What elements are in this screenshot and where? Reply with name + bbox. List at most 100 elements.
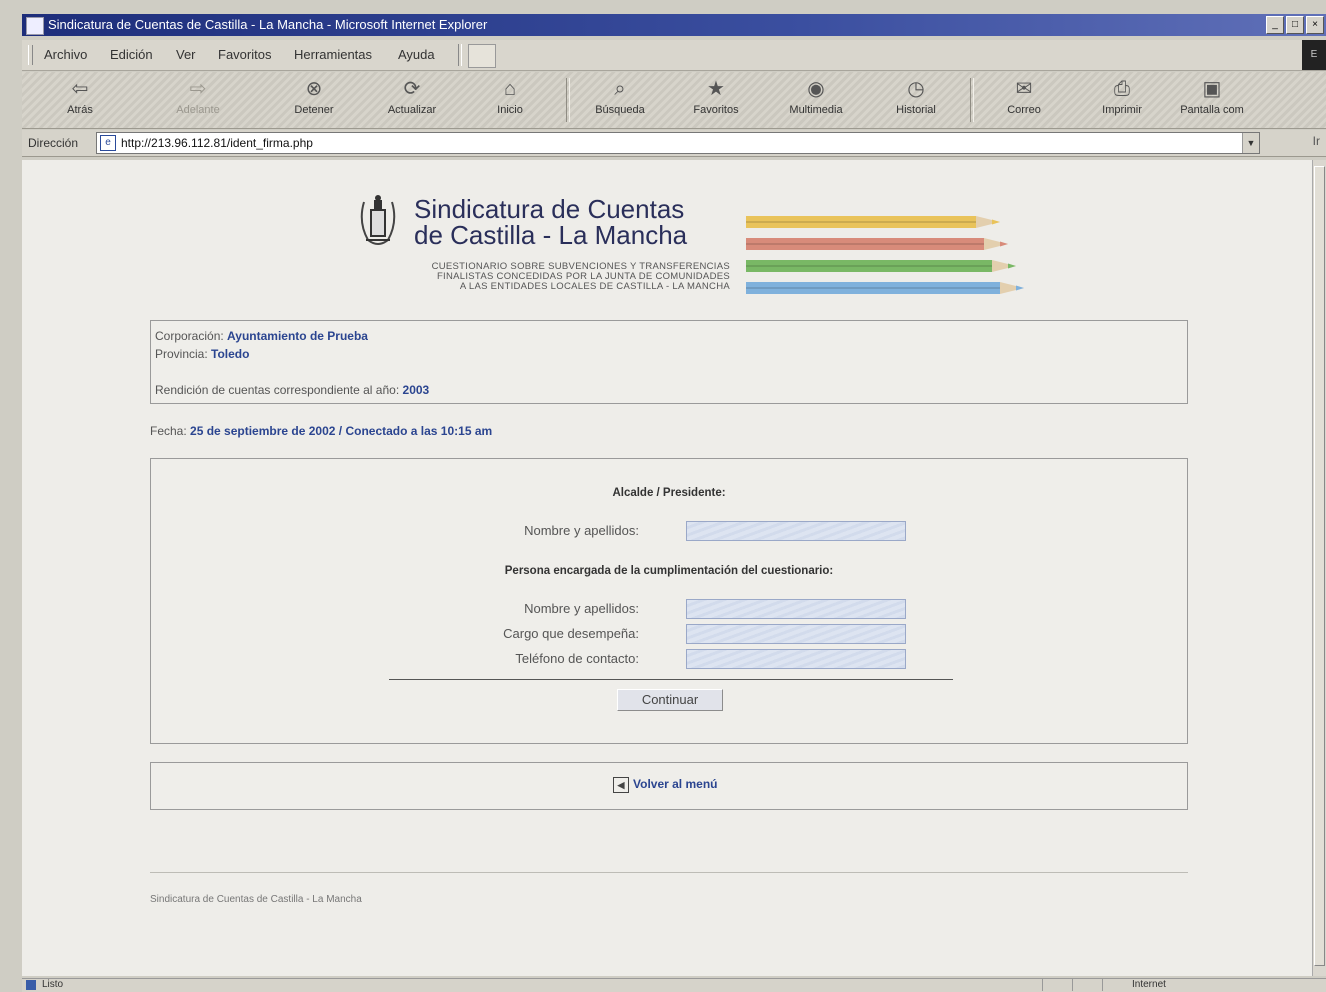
cargo-label: Cargo que desempeña: — [503, 626, 639, 641]
provincia-value: Toledo — [211, 347, 250, 361]
fecha-label: Fecha: — [150, 424, 187, 438]
go-button[interactable]: Ir — [1313, 134, 1320, 148]
favorites-label: Favoritos — [693, 104, 739, 116]
print-label: Imprimir — [1102, 104, 1142, 116]
back-button[interactable]: ⇦ Atrás — [40, 76, 120, 124]
stop-icon: ⊗ — [305, 78, 323, 100]
status-text: Listo — [42, 979, 64, 990]
mail-button[interactable]: ✉ Correo — [984, 76, 1064, 124]
rendicion-label: Rendición de cuentas correspondiente al … — [155, 383, 400, 397]
address-dropdown-button[interactable]: ▼ — [1242, 133, 1259, 153]
corporacion-label: Corporación: — [155, 329, 224, 343]
address-url[interactable]: http://213.96.112.81/ident_firma.php — [121, 136, 313, 150]
alcalde-nombre-label: Nombre y apellidos: — [524, 523, 639, 538]
address-label: Dirección — [28, 136, 79, 150]
minimize-button[interactable]: _ — [1266, 16, 1284, 34]
window-title: Sindicatura de Cuentas de Castilla - La … — [48, 17, 488, 32]
footer-text: Sindicatura de Cuentas de Castilla - La … — [150, 894, 362, 905]
address-bar: Dirección e http://213.96.112.81/ident_f… — [22, 130, 1326, 157]
colored-pencils-image — [746, 216, 1024, 294]
links-icon[interactable] — [468, 44, 496, 68]
back-to-menu-link[interactable]: ◀ Volver al menú — [613, 777, 717, 793]
footer-divider — [150, 872, 1188, 873]
refresh-label: Actualizar — [387, 104, 437, 116]
window-title-bar[interactable]: Sindicatura de Cuentas de Castilla - La … — [22, 14, 1326, 36]
multimedia-button[interactable]: ◉ Multimedia — [776, 76, 856, 124]
provincia-label: Provincia: — [155, 347, 208, 361]
favorites-icon: ★ — [707, 78, 725, 100]
windows-logo-icon: E — [1302, 40, 1326, 70]
search-button[interactable]: ⌕ Búsqueda — [580, 76, 660, 124]
continuar-button[interactable]: Continuar — [617, 689, 723, 711]
favorites-button[interactable]: ★ Favoritos — [676, 76, 756, 124]
maximize-button[interactable]: □ — [1286, 16, 1304, 34]
fullscreen-icon: ▣ — [1202, 78, 1222, 100]
stop-label: Detener — [294, 104, 334, 116]
refresh-icon: ⟳ — [403, 78, 421, 100]
menu-archivo[interactable]: Archivo — [44, 47, 87, 62]
rendicion-value: 2003 — [402, 383, 430, 397]
address-input[interactable]: e http://213.96.112.81/ident_firma.php ▼ — [96, 132, 1260, 154]
pencil-lead — [1000, 241, 1008, 247]
crest-logo-icon — [360, 195, 396, 245]
identification-form: Alcalde / Presidente: Nombre y apellidos… — [150, 458, 1188, 744]
window-controls: _ □ × — [1266, 16, 1324, 34]
form-divider — [389, 679, 953, 680]
corporacion-row: Corporación: Ayuntamiento de Prueba — [155, 329, 368, 343]
fecha-line: Fecha: 25 de septiembre de 2002 / Conect… — [150, 424, 492, 438]
ie-app-icon — [26, 17, 44, 35]
home-label: Inicio — [497, 104, 523, 116]
corporacion-value: Ayuntamiento de Prueba — [227, 329, 368, 343]
cargo-input[interactable] — [686, 624, 906, 644]
search-label: Búsqueda — [595, 104, 645, 116]
toolbar-separator — [566, 78, 570, 122]
refresh-button[interactable]: ⟳ Actualizar — [372, 76, 452, 124]
telefono-input[interactable] — [686, 649, 906, 669]
menu-ver[interactable]: Ver — [176, 47, 196, 62]
back-label: Atrás — [67, 104, 93, 116]
pencil-lead — [1008, 263, 1016, 269]
page-icon: e — [100, 135, 116, 151]
home-button[interactable]: ⌂ Inicio — [470, 76, 550, 124]
pencil-lead — [1016, 285, 1024, 291]
status-pane — [1042, 979, 1071, 991]
print-button[interactable]: ⎙ Imprimir — [1082, 76, 1162, 124]
menu-herramientas[interactable]: Herramientas — [294, 47, 372, 62]
scrollbar-thumb[interactable] — [1314, 166, 1325, 966]
pencil-stripe — [746, 243, 984, 245]
page-viewport: Sindicatura de Cuentas de Castilla - La … — [22, 160, 1312, 976]
standard-toolbar: ⇦ Atrás ⇨ Adelante ⊗ Detener ⟳ Actualiza… — [22, 72, 1326, 129]
status-pane — [1102, 979, 1131, 991]
status-bar: Listo Internet — [22, 978, 1326, 992]
corporation-info-box: Corporación: Ayuntamiento de Prueba Prov… — [150, 320, 1188, 404]
print-icon: ⎙ — [1114, 78, 1130, 100]
search-icon: ⌕ — [614, 78, 626, 100]
logo-subtitle-line3: A LAS ENTIDADES LOCALES DE CASTILLA - LA… — [459, 281, 730, 292]
pencil-stripe — [746, 287, 1000, 289]
home-icon: ⌂ — [503, 78, 517, 100]
menu-edicion[interactable]: Edición — [110, 47, 153, 62]
mail-label: Correo — [1007, 104, 1041, 116]
persona-nombre-label: Nombre y apellidos: — [524, 601, 639, 616]
mail-icon: ✉ — [1015, 78, 1033, 100]
alcalde-nombre-input[interactable] — [686, 521, 906, 541]
menu-ayuda[interactable]: Ayuda — [398, 47, 435, 62]
page-status-icon — [26, 980, 36, 990]
fullscreen-button[interactable]: ▣ Pantalla com — [1172, 76, 1252, 124]
forward-button[interactable]: ⇨ Adelante — [158, 76, 238, 124]
provincia-row: Provincia: Toledo — [155, 347, 249, 361]
section-persona-encargada: Persona encargada de la cumplimentación … — [504, 565, 834, 577]
persona-nombre-input[interactable] — [686, 599, 906, 619]
close-button[interactable]: × — [1306, 16, 1324, 34]
history-button[interactable]: ◷ Historial — [876, 76, 956, 124]
back-arrow-icon: ◀ — [613, 777, 629, 793]
forward-arrow-icon: ⇨ — [189, 78, 207, 100]
logo-title-line1: Sindicatura de Cuentas — [414, 194, 685, 224]
toolbar-separator — [970, 78, 974, 122]
stop-button[interactable]: ⊗ Detener — [274, 76, 354, 124]
menu-favoritos[interactable]: Favoritos — [218, 47, 271, 62]
menu-grip[interactable] — [28, 45, 33, 65]
logo-title-line2: de Castilla - La Mancha — [414, 220, 688, 250]
telefono-label: Teléfono de contacto: — [515, 651, 639, 666]
vertical-scrollbar[interactable] — [1312, 160, 1326, 976]
